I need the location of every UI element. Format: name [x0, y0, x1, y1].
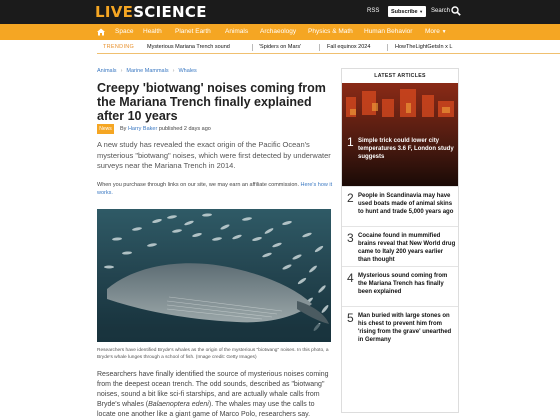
- article-title: Creepy 'biotwang' noises coming from the…: [97, 81, 326, 123]
- breadcrumb-whales[interactable]: Whales: [178, 68, 196, 74]
- trending-item[interactable]: HowTheLightGetsIn x L: [395, 44, 452, 50]
- article-rank: 4: [347, 271, 354, 285]
- nav-physics-math[interactable]: Physics & Math: [308, 24, 353, 40]
- chevron-right-icon: ›: [120, 68, 123, 74]
- latest-articles-sidebar: LATEST ARTICLES 1 Simple trick could low…: [341, 68, 459, 413]
- latest-article-1[interactable]: 1 Simple trick could lower city temperat…: [342, 83, 458, 186]
- chevron-down-icon: ▼: [441, 29, 447, 35]
- article-link[interactable]: People in Scandinavia may have used boat…: [358, 192, 456, 216]
- trending-item[interactable]: Mysterious Mariana Trench sound: [147, 44, 230, 50]
- nav-space[interactable]: Space: [115, 24, 133, 40]
- published-date: published 2 days ago: [158, 126, 211, 132]
- trending-item[interactable]: Fall equinox 2024: [327, 44, 370, 50]
- article-rank: 3: [347, 231, 354, 245]
- article-link[interactable]: Cocaine found in mummified brains reveal…: [358, 232, 456, 264]
- nav-animals[interactable]: Animals: [225, 24, 248, 40]
- chevron-right-icon: ›: [172, 68, 175, 74]
- subscribe-label: Subscribe: [391, 9, 418, 15]
- hero-image: [97, 209, 331, 342]
- main-nav: Space Health Planet Earth Animals Archae…: [0, 24, 560, 40]
- nav-health[interactable]: Health: [143, 24, 162, 40]
- affiliate-disclaimer: When you purchase through links on our s…: [97, 181, 333, 197]
- byline-prefix: By: [120, 126, 127, 132]
- nav-archaeology[interactable]: Archaeology: [260, 24, 296, 40]
- top-bar: LIVESCIENCE RSS Subscribe ▼ Search: [0, 0, 560, 24]
- article-link[interactable]: Mysterious sound coming from the Mariana…: [358, 272, 456, 296]
- divider: [252, 44, 253, 51]
- site-logo[interactable]: LIVESCIENCE: [95, 3, 207, 21]
- rss-link[interactable]: RSS: [367, 8, 379, 14]
- news-badge: News: [97, 124, 114, 134]
- image-caption: Researchers have identified Bryde's whal…: [97, 348, 329, 360]
- logo-live-text: LIVE: [95, 3, 134, 21]
- breadcrumb: Animals › Marine Mammals › Whales: [97, 68, 197, 74]
- trending-bar: TRENDING Mysterious Mariana Trench sound…: [97, 42, 560, 54]
- divider: [387, 44, 388, 51]
- affiliate-text: When you purchase through links on our s…: [97, 182, 299, 188]
- breadcrumb-marine-mammals[interactable]: Marine Mammals: [126, 68, 168, 74]
- lead-article-image: [342, 83, 458, 186]
- divider: [319, 44, 320, 51]
- search-icon[interactable]: [451, 6, 461, 16]
- sidebar-heading: LATEST ARTICLES: [374, 73, 426, 79]
- search-link[interactable]: Search: [431, 8, 450, 14]
- species-name: Balaenoptera edeni: [148, 401, 209, 408]
- nav-planet-earth[interactable]: Planet Earth: [175, 24, 211, 40]
- nav-more-label: More: [425, 28, 440, 35]
- latest-article-2[interactable]: 2 People in Scandinavia may have used bo…: [342, 186, 458, 226]
- article-body: Researchers have finally identified the …: [97, 370, 333, 420]
- article-link[interactable]: Man buried with large stones on his ches…: [358, 312, 456, 344]
- latest-article-5[interactable]: 5 Man buried with large stones on his ch…: [342, 306, 458, 366]
- article-rank: 5: [347, 311, 354, 325]
- subscribe-button[interactable]: Subscribe ▼: [388, 6, 427, 17]
- article-rank: 1: [347, 135, 354, 149]
- byline: By Harry Baker published 2 days ago: [120, 126, 211, 132]
- latest-article-4[interactable]: 4 Mysterious sound coming from the Maria…: [342, 266, 458, 306]
- author-link[interactable]: Harry Baker: [128, 126, 157, 132]
- home-icon[interactable]: [97, 28, 105, 36]
- chevron-down-icon: ▼: [419, 9, 424, 14]
- article-rank: 2: [347, 191, 354, 205]
- article-link[interactable]: Simple trick could lower city temperatur…: [358, 137, 456, 161]
- nav-more[interactable]: More ▼: [425, 24, 447, 40]
- latest-article-3[interactable]: 3 Cocaine found in mummified brains reve…: [342, 226, 458, 266]
- nav-human-behavior[interactable]: Human Behavior: [364, 24, 412, 40]
- trending-label: TRENDING: [103, 44, 135, 50]
- breadcrumb-animals[interactable]: Animals: [97, 68, 117, 74]
- logo-science-text: SCIENCE: [133, 3, 207, 21]
- article-summary: A new study has revealed the exact origi…: [97, 140, 331, 170]
- trending-item[interactable]: 'Spiders on Mars': [259, 44, 301, 50]
